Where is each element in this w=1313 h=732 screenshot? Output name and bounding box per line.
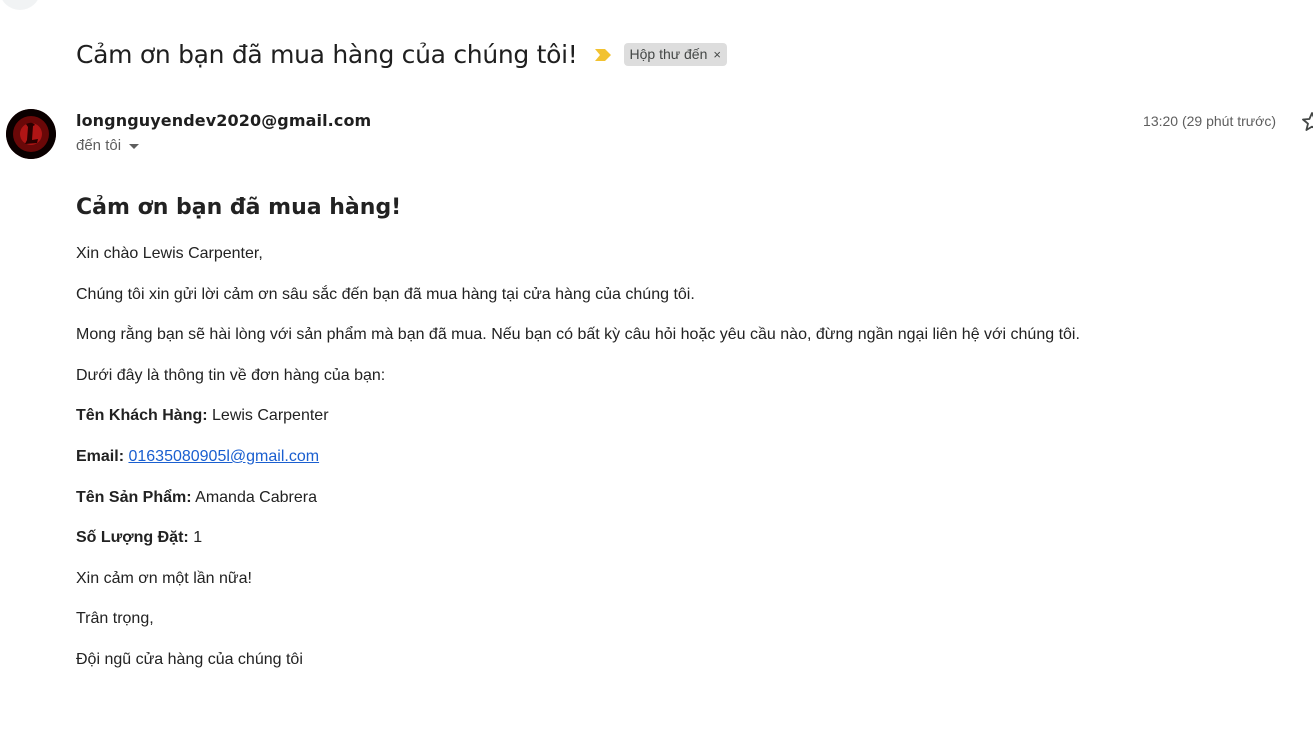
email-timestamp: 13:20 (29 phút trước)	[1143, 113, 1276, 129]
product-value: Amanda Cabrera	[195, 488, 317, 506]
quantity-label: Số Lượng Đặt:	[76, 529, 189, 547]
regards-text: Trân trọng,	[76, 610, 154, 628]
email-label: Email:	[76, 447, 125, 465]
customer-name-line: Tên Khách Hàng: Lewis Carpenter	[76, 406, 1256, 447]
greeting-text: Xin chào Lewis Carpenter,	[76, 245, 263, 262]
back-button[interactable]	[0, 0, 40, 10]
customer-name-label: Tên Khách Hàng:	[76, 407, 208, 425]
label-chip-inbox[interactable]: Hộp thư đến ×	[623, 43, 727, 66]
quantity-value: 1	[193, 529, 203, 547]
product-label: Tên Sản Phẩm:	[76, 488, 192, 506]
sender-avatar[interactable]	[6, 109, 56, 159]
order-intro-text: Dưới đây là thông tin về đơn hàng của bạ…	[76, 366, 386, 384]
quantity-line: Số Lượng Đặt: 1	[76, 528, 1256, 569]
label-remove-icon[interactable]: ×	[713, 47, 721, 62]
body-heading: Cảm ơn bạn đã mua hàng!	[76, 195, 402, 220]
chevron-down-icon	[129, 144, 140, 149]
customer-name-value: Lewis Carpenter	[212, 407, 329, 425]
customer-email-link[interactable]: 01635080905l@gmail.com	[128, 448, 319, 465]
email-body: Cảm ơn bạn đã mua hàng! Xin chào Lewis C…	[76, 194, 1256, 691]
email-line: Email: 01635080905l@gmail.com	[76, 447, 1256, 488]
thanks-again-text: Xin cảm ơn một lần nữa!	[76, 569, 252, 587]
importance-marker-icon[interactable]	[594, 48, 612, 62]
recipient-details-toggle[interactable]: đến tôi	[76, 137, 140, 154]
recipient-text: đến tôi	[76, 137, 122, 154]
sender-email[interactable]: longnguyendev2020@gmail.com	[76, 111, 371, 130]
star-icon[interactable]	[1300, 110, 1313, 134]
subject-row: Cảm ơn bạn đã mua hàng của chúng tôi! Hộ…	[76, 40, 727, 69]
product-line: Tên Sản Phẩm: Amanda Cabrera	[76, 488, 1256, 529]
email-subject: Cảm ơn bạn đã mua hàng của chúng tôi!	[76, 40, 578, 69]
hope-text: Mong rằng bạn sẽ hài lòng với sản phẩm m…	[76, 326, 1080, 344]
email-view: Cảm ơn bạn đã mua hàng của chúng tôi! Hộ…	[0, 0, 1313, 732]
signature-text: Đội ngũ cửa hàng của chúng tôi	[76, 650, 303, 668]
label-chip-text: Hộp thư đến	[629, 46, 708, 62]
thanks-text: Chúng tôi xin gửi lời cảm ơn sâu sắc đến…	[76, 285, 695, 303]
